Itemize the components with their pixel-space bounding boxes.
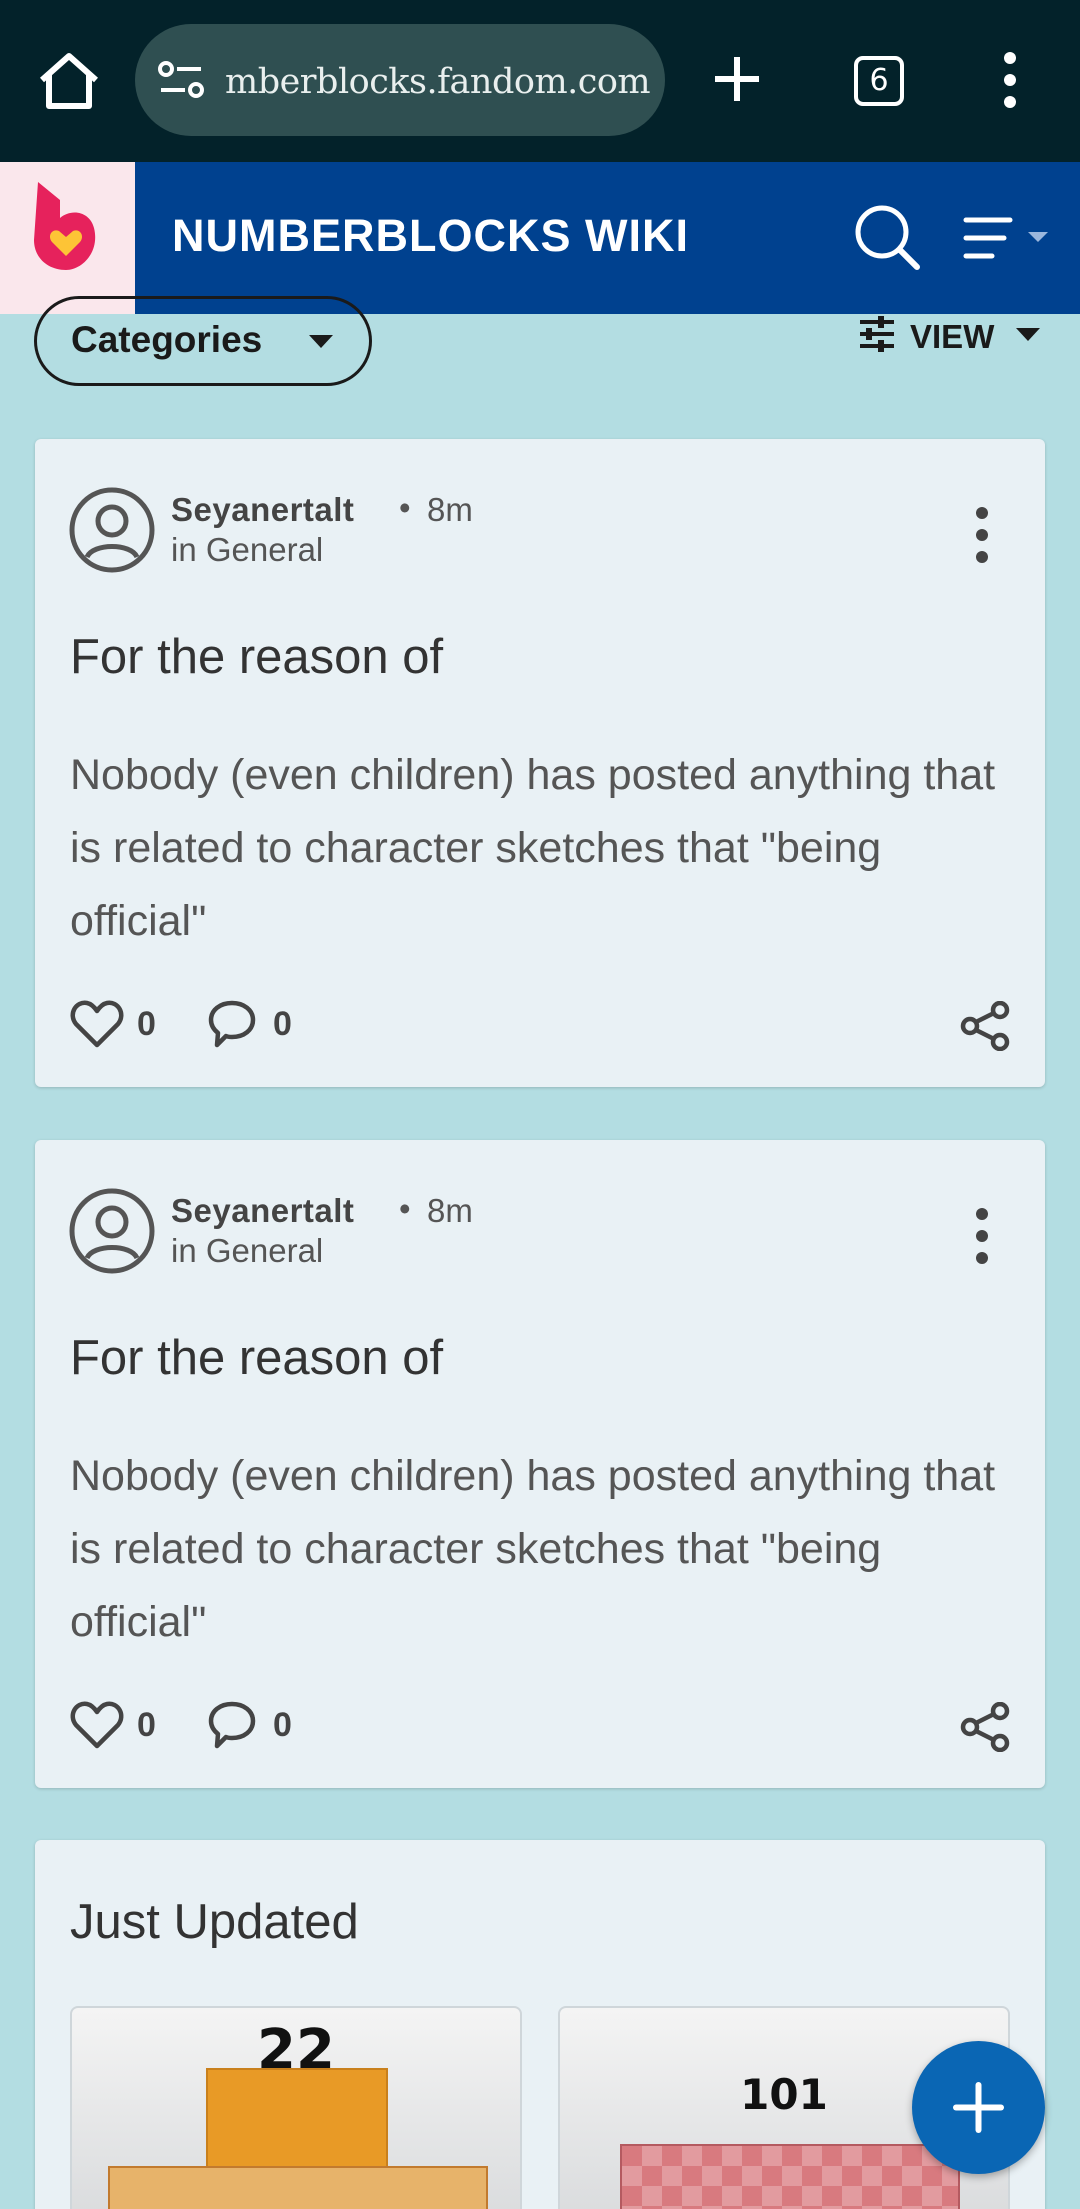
share-icon[interactable] (959, 1001, 1011, 1051)
fandom-logo-container[interactable] (0, 162, 135, 314)
updated-thumbnail[interactable]: 22 (70, 2006, 522, 2209)
home-icon[interactable] (36, 50, 102, 112)
categories-dropdown[interactable]: Categories (34, 296, 372, 386)
numberblock-figure (206, 2068, 388, 2168)
heart-icon[interactable] (70, 999, 124, 1049)
user-avatar-icon[interactable] (69, 487, 155, 573)
fandom-logo[interactable] (30, 178, 102, 274)
meta-separator: • (399, 489, 411, 526)
post-card[interactable]: Seyanertalt • 8m in General For the reas… (35, 439, 1045, 1087)
more-vertical-icon[interactable] (975, 1208, 989, 1264)
tab-switcher-icon[interactable]: 6 (854, 56, 904, 106)
overflow-menu-icon[interactable] (998, 52, 1022, 108)
comment-icon[interactable] (207, 1700, 257, 1750)
new-tab-icon[interactable] (712, 54, 762, 104)
post-category[interactable]: in General (171, 531, 323, 569)
comment-icon[interactable] (207, 999, 257, 1049)
post-category[interactable]: in General (171, 1232, 323, 1270)
sliders-icon (860, 316, 894, 352)
numberblock-figure-base (108, 2166, 488, 2209)
categories-label: Categories (71, 319, 263, 360)
post-card[interactable]: Seyanertalt • 8m in General For the reas… (35, 1140, 1045, 1788)
wiki-title[interactable]: NUMBERBLOCKS WIKI (172, 210, 689, 262)
plus-icon (953, 2082, 1004, 2133)
hamburger-menu-icon[interactable] (962, 214, 1052, 264)
post-title[interactable]: For the reason of (70, 1330, 443, 1386)
post-time: 8m (427, 491, 473, 528)
caret-down-icon (309, 335, 333, 348)
numberblock-figure (620, 2144, 960, 2209)
create-post-button[interactable] (912, 2041, 1045, 2174)
caret-down-icon (1016, 328, 1040, 341)
post-body[interactable]: Nobody (even children) has posted anythi… (70, 1440, 1000, 1659)
address-bar[interactable]: mberblocks.fandom.com (135, 24, 665, 136)
view-label: VIEW (910, 318, 995, 355)
post-time: 8m (427, 1192, 473, 1229)
more-vertical-icon[interactable] (975, 507, 989, 563)
heart-icon[interactable] (70, 1700, 124, 1750)
comment-count: 0 (273, 1005, 292, 1043)
share-icon[interactable] (959, 1702, 1011, 1752)
section-title: Just Updated (70, 1895, 359, 1949)
post-body[interactable]: Nobody (even children) has posted anythi… (70, 739, 1000, 958)
post-author[interactable]: Seyanertalt (171, 491, 354, 529)
post-author[interactable]: Seyanertalt (171, 1192, 354, 1230)
post-title[interactable]: For the reason of (70, 629, 443, 685)
comment-count: 0 (273, 1706, 292, 1744)
like-count: 0 (137, 1706, 156, 1744)
like-count: 0 (137, 1005, 156, 1043)
just-updated-section: Just Updated 22 101 (35, 1840, 1045, 2209)
site-settings-icon[interactable] (157, 60, 205, 100)
url-text[interactable]: mberblocks.fandom.com (225, 62, 651, 102)
search-icon[interactable] (852, 202, 922, 272)
meta-separator: • (399, 1190, 411, 1227)
browser-toolbar: mberblocks.fandom.com 6 (0, 0, 1080, 162)
wiki-header: NUMBERBLOCKS WIKI (0, 162, 1080, 314)
user-avatar-icon[interactable] (69, 1188, 155, 1274)
